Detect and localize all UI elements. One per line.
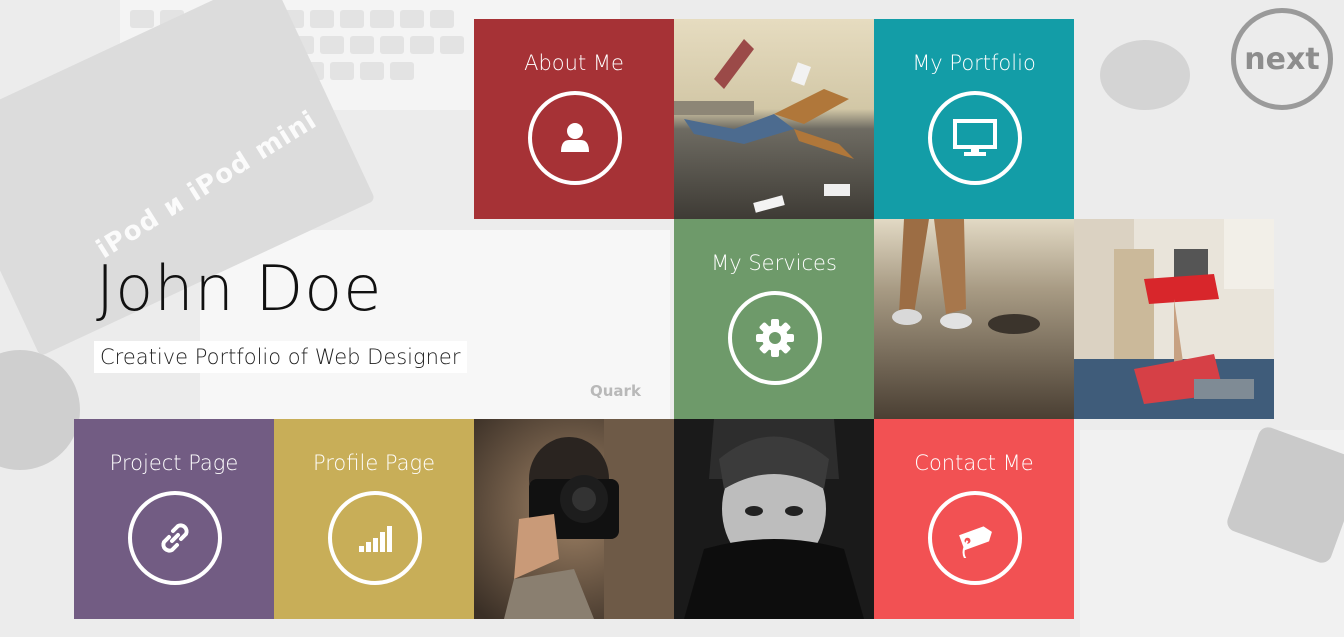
tag-icon: [928, 491, 1022, 585]
quark-brand-text: Quark: [590, 382, 641, 400]
contact-me-label: Contact Me: [914, 451, 1034, 475]
project-page-label: Project Page: [109, 451, 239, 475]
profile-name: John Doe: [96, 252, 383, 325]
profile-page-tile[interactable]: Profile Page: [274, 419, 474, 619]
photo-walking-legs: [874, 219, 1074, 419]
bar-chart-icon: [328, 491, 422, 585]
contact-me-tile[interactable]: Contact Me: [874, 419, 1074, 619]
photo-photographer: [474, 419, 674, 619]
cup-image: [1100, 40, 1190, 110]
my-portfolio-tile[interactable]: My Portfolio: [874, 19, 1074, 219]
gear-icon: [728, 291, 822, 385]
project-page-tile[interactable]: Project Page: [74, 419, 274, 619]
my-portfolio-label: My Portfolio: [912, 51, 1036, 75]
about-me-tile[interactable]: About Me: [474, 19, 674, 219]
my-services-label: My Services: [711, 251, 837, 275]
user-icon: [528, 91, 622, 185]
my-services-tile[interactable]: My Services: [674, 219, 874, 419]
profile-page-label: Profile Page: [312, 451, 436, 475]
next-button[interactable]: next: [1231, 8, 1333, 110]
photo-flying-man: [674, 19, 874, 219]
monitor-icon: [928, 91, 1022, 185]
photo-boy-portrait: [674, 419, 874, 619]
dark-object-image: [0, 350, 80, 470]
photo-room-people: [1074, 219, 1274, 419]
profile-tagline: Creative Portfolio of Web Designer: [94, 341, 467, 373]
link-icon: [128, 491, 222, 585]
about-me-label: About Me: [524, 51, 624, 75]
